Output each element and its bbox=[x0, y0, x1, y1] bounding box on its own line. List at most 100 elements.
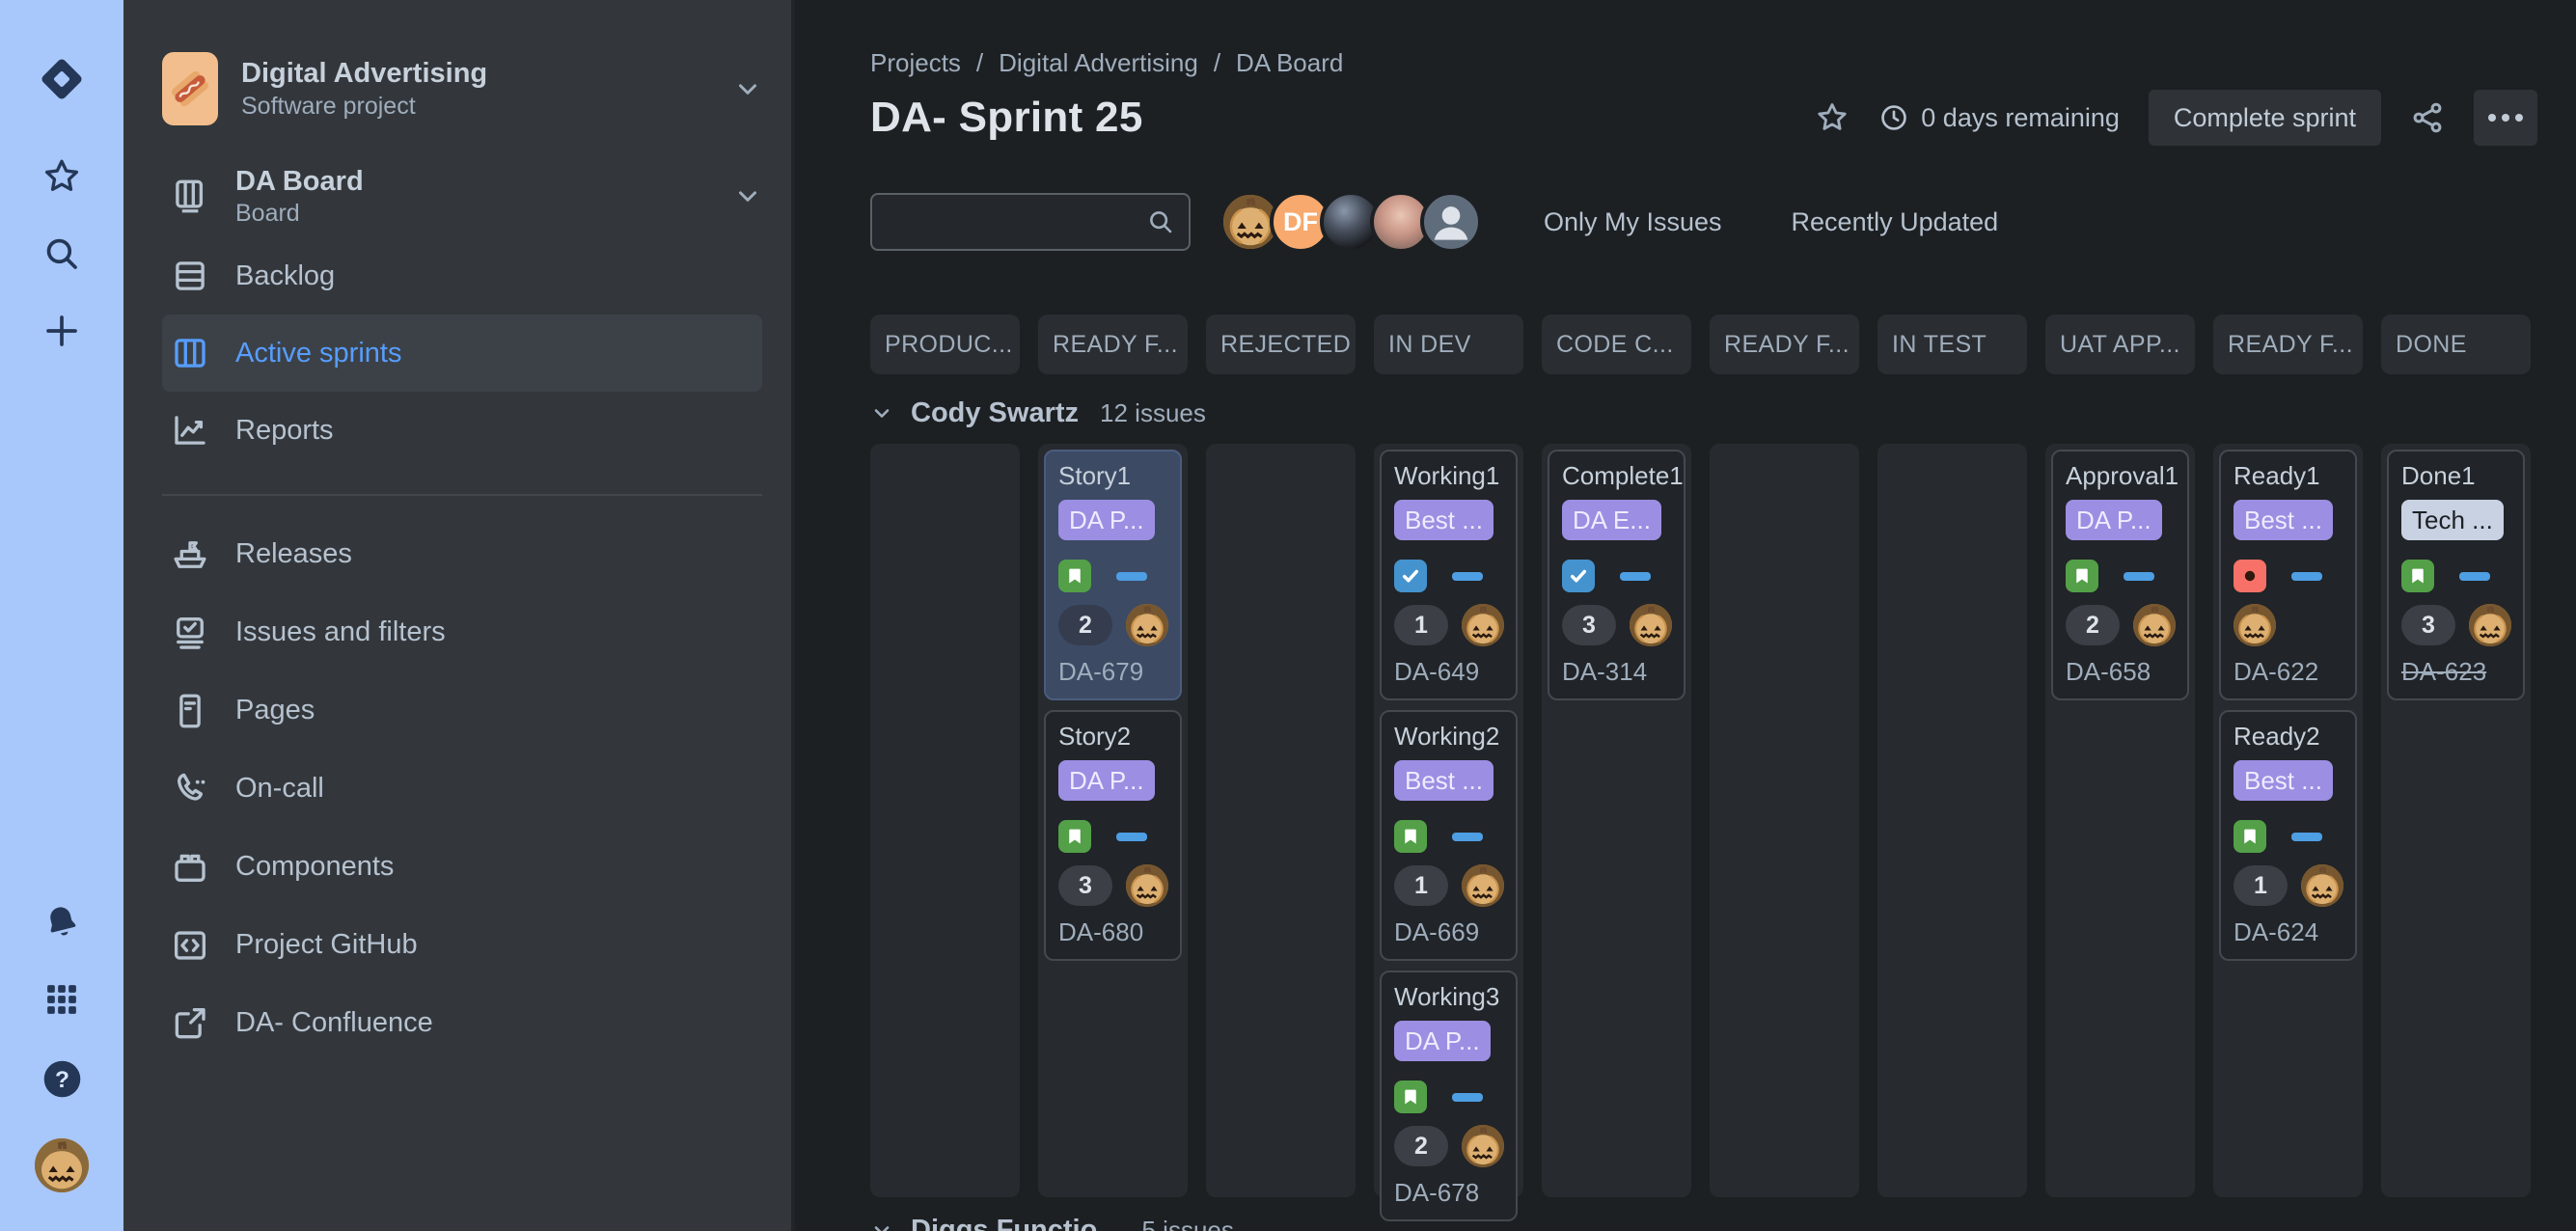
project-meta: Digital Advertising Software project bbox=[241, 56, 710, 122]
column-header-ready-f: READY F... bbox=[1038, 315, 1188, 374]
issue-card-da-314[interactable]: Complete1DA E...3DA-314 bbox=[1548, 450, 1685, 700]
kanban-board: Story1DA P...2DA-679Story2DA P...3DA-680… bbox=[870, 444, 2537, 1197]
project-avatar-hotdog-icon bbox=[162, 52, 218, 125]
issue-card-da-678[interactable]: Working3DA P...2DA-678 bbox=[1380, 971, 1518, 1221]
swimlane-header-partial[interactable]: Diggs Functio... 5 issues bbox=[870, 1213, 2537, 1231]
sidebar-nav-main: Backlog Active sprints Reports bbox=[162, 237, 762, 469]
jira-logo-icon[interactable] bbox=[35, 52, 89, 106]
swimlane-header[interactable]: Cody Swartz 12 issues bbox=[870, 396, 2537, 430]
breadcrumb-link-digital-advertising[interactable]: Digital Advertising bbox=[999, 48, 1198, 77]
board-switcher[interactable]: DA Board Board bbox=[162, 164, 762, 228]
issue-card-da-649[interactable]: Working1Best ...1DA-649 bbox=[1380, 450, 1518, 700]
sidebar-item-issues-and-filters[interactable]: Issues and filters bbox=[162, 593, 762, 671]
issue-type-task-icon bbox=[1562, 560, 1595, 592]
sidebar-item-components[interactable]: Components bbox=[162, 828, 762, 906]
sidebar-item-project-github[interactable]: Project GitHub bbox=[162, 906, 762, 984]
sidebar-item-pages[interactable]: Pages bbox=[162, 671, 762, 750]
quick-filter-recently-updated[interactable]: Recently Updated bbox=[1792, 207, 1999, 237]
app-switcher-grid-icon[interactable] bbox=[41, 979, 82, 1020]
issue-type-task-icon bbox=[1394, 560, 1427, 592]
sidebar-item-label: DA- Confluence bbox=[235, 1007, 433, 1039]
breadcrumb-separator: / bbox=[976, 48, 983, 77]
priority-medium-icon bbox=[1452, 572, 1483, 581]
assignee-avatar bbox=[2301, 864, 2343, 907]
column-headers: PRODUC...READY F...REJECTEDIN DEVCODE C.… bbox=[870, 315, 2537, 374]
create-plus-icon[interactable] bbox=[41, 311, 82, 351]
issue-card-da-669[interactable]: Working2Best ...1DA-669 bbox=[1380, 710, 1518, 961]
releases-icon bbox=[170, 534, 210, 575]
column-header-rejected: REJECTED bbox=[1206, 315, 1356, 374]
priority-medium-icon bbox=[1620, 572, 1651, 581]
assignee-avatar bbox=[2133, 604, 2176, 646]
assignee-avatar bbox=[1126, 604, 1168, 646]
search-icon[interactable] bbox=[41, 233, 82, 274]
favorites-star-icon[interactable] bbox=[41, 156, 82, 197]
board-column-rejected bbox=[1206, 444, 1356, 1197]
chevron-down-icon[interactable] bbox=[870, 401, 893, 424]
issue-footer: 1 bbox=[2233, 864, 2343, 907]
project-switcher[interactable]: Digital Advertising Software project bbox=[162, 52, 762, 125]
epic-label-chip: DA P... bbox=[1394, 1021, 1491, 1061]
help-icon[interactable]: ? bbox=[40, 1056, 85, 1102]
issue-meta-icons bbox=[2066, 560, 2175, 592]
column-header-in-test: IN TEST bbox=[1877, 315, 2027, 374]
sidebar-nav-secondary: Releases Issues and filters PagesOn-callCo… bbox=[162, 515, 762, 1062]
issues-filters-icon bbox=[170, 613, 210, 653]
issue-meta-icons bbox=[1058, 560, 1167, 592]
chevron-down-icon bbox=[733, 181, 762, 210]
board-name: DA Board bbox=[235, 164, 708, 199]
issue-type-story-icon bbox=[2401, 560, 2434, 592]
profile-avatar[interactable] bbox=[35, 1138, 89, 1192]
project-name: Digital Advertising bbox=[241, 56, 710, 91]
complete-sprint-button[interactable]: Complete sprint bbox=[2149, 90, 2381, 146]
sidebar-item-backlog[interactable]: Backlog bbox=[162, 237, 762, 315]
priority-medium-icon bbox=[1116, 572, 1147, 581]
epic-label-chip: Best ... bbox=[1394, 500, 1494, 540]
sidebar-item-active-sprints[interactable]: Active sprints bbox=[162, 315, 762, 392]
board-type: Board bbox=[235, 199, 708, 228]
board-main: Projects/Digital Advertising/DA Board DA… bbox=[795, 0, 2576, 1231]
issue-card-da-680[interactable]: Story2DA P...3DA-680 bbox=[1044, 710, 1182, 961]
issue-footer: 1 bbox=[1394, 604, 1503, 646]
issue-type-story-icon bbox=[1058, 560, 1091, 592]
sidebar-item-da-confluence[interactable]: DA- Confluence bbox=[162, 984, 762, 1062]
breadcrumb-link-projects[interactable]: Projects bbox=[870, 48, 961, 77]
issue-card-da-622[interactable]: Ready1Best ...DA-622 bbox=[2219, 450, 2357, 700]
board-search-input[interactable] bbox=[890, 206, 1146, 238]
breadcrumb-link-da-board[interactable]: DA Board bbox=[1236, 48, 1343, 77]
issue-type-story-icon bbox=[2233, 820, 2266, 853]
sidebar-item-label: Backlog bbox=[235, 260, 335, 292]
sidebar-item-label: Issues and filters bbox=[235, 616, 446, 648]
issue-title: Approval1 bbox=[2066, 461, 2175, 490]
more-actions-button[interactable] bbox=[2474, 90, 2537, 146]
rail-top-group bbox=[35, 52, 89, 351]
board-column-produc bbox=[870, 444, 1020, 1197]
estimate-badge: 1 bbox=[2233, 865, 2288, 906]
epic-label-chip: DA E... bbox=[1562, 500, 1661, 540]
user-avatar-generic[interactable] bbox=[1420, 191, 1482, 253]
sidebar-item-on-call[interactable]: On-call bbox=[162, 750, 762, 828]
issue-card-da-624[interactable]: Ready2Best ...1DA-624 bbox=[2219, 710, 2357, 961]
issue-card-da-679[interactable]: Story1DA P...2DA-679 bbox=[1044, 450, 1182, 700]
issue-meta-icons bbox=[2401, 560, 2510, 592]
column-header-ready-f: READY F... bbox=[2213, 315, 2363, 374]
issue-card-da-623[interactable]: Done1Tech ...3DA-623 bbox=[2387, 450, 2525, 700]
days-remaining: 0 days remaining bbox=[1878, 102, 2120, 133]
sidebar-item-releases[interactable]: Releases bbox=[162, 515, 762, 593]
issue-title: Story2 bbox=[1058, 722, 1167, 751]
chevron-down-icon[interactable] bbox=[870, 1218, 893, 1231]
issue-type-story-icon bbox=[1058, 820, 1091, 853]
column-header-in-dev: IN DEV bbox=[1374, 315, 1523, 374]
issue-footer: 2 bbox=[1058, 604, 1167, 646]
external-link-icon bbox=[170, 1003, 210, 1044]
github-icon bbox=[170, 925, 210, 966]
quick-filter-only-my-issues[interactable]: Only My Issues bbox=[1544, 207, 1722, 237]
sidebar-item-reports[interactable]: Reports bbox=[162, 392, 762, 469]
issue-title: Story1 bbox=[1058, 461, 1167, 490]
share-icon[interactable] bbox=[2410, 100, 2445, 135]
sidebar-item-label: Reports bbox=[235, 415, 334, 447]
favorite-sprint-star-icon[interactable] bbox=[1815, 100, 1850, 135]
issue-card-da-658[interactable]: Approval1DA P...2DA-658 bbox=[2051, 450, 2189, 700]
notifications-bell-icon[interactable] bbox=[41, 902, 82, 943]
estimate-badge: 1 bbox=[1394, 605, 1448, 645]
